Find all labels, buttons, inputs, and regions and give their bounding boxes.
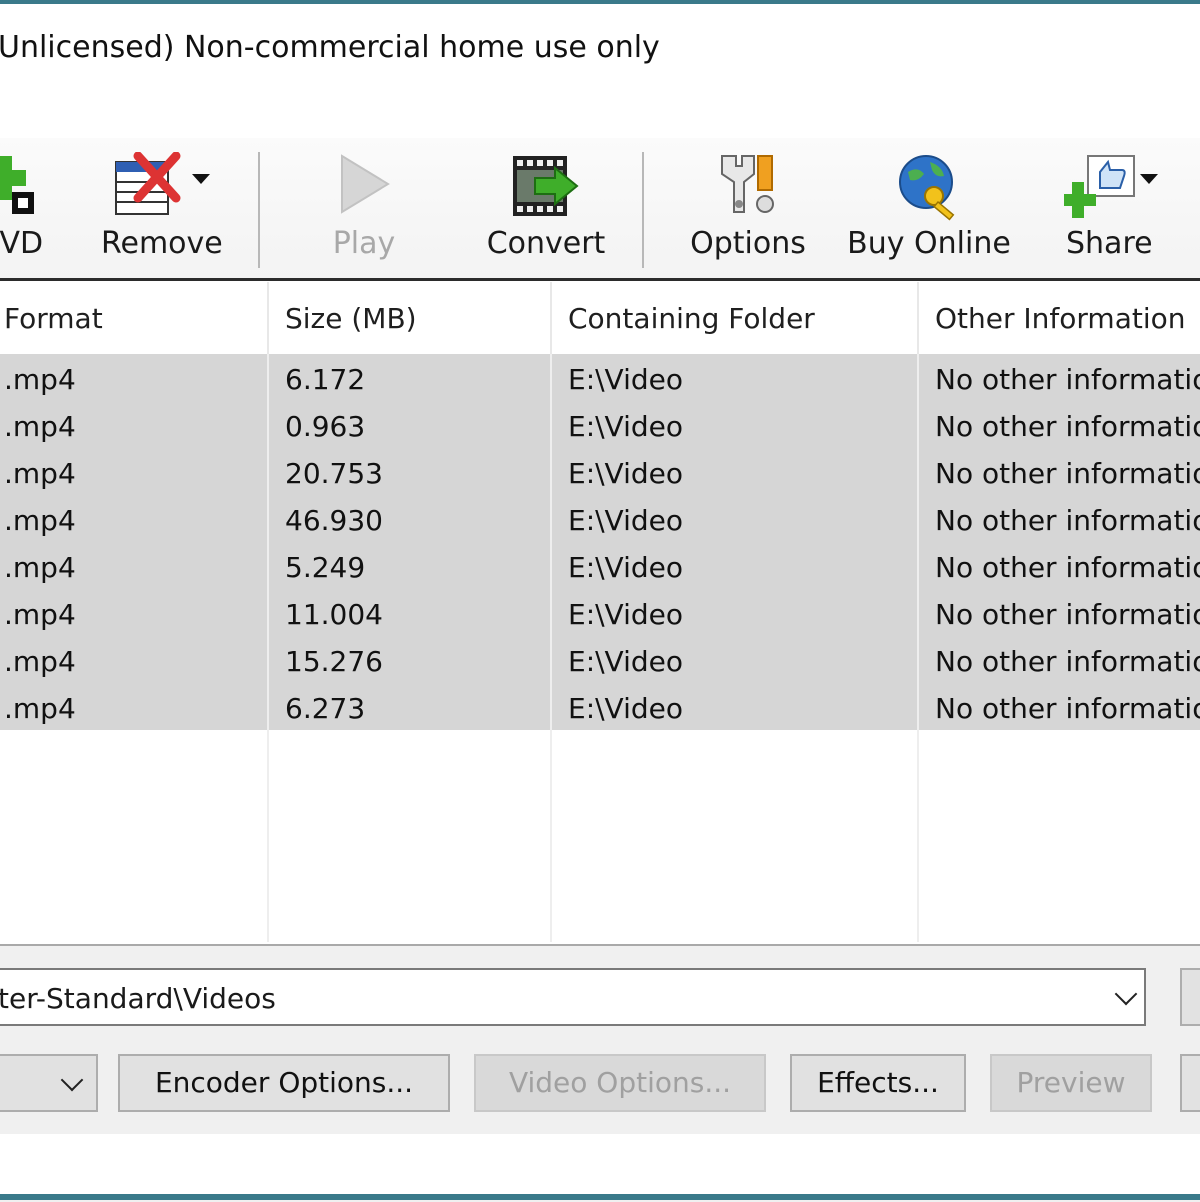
cell-format: .mp4 <box>4 410 76 443</box>
cell-folder: E:\Video <box>568 692 684 725</box>
table-row[interactable]: .mp4 6.172 E:\Video No other information <box>0 355 1200 402</box>
chevron-down-icon[interactable] <box>60 1068 84 1092</box>
extra-button[interactable] <box>1180 1054 1200 1112</box>
cell-size: 11.004 <box>285 598 383 631</box>
column-divider[interactable] <box>267 282 269 354</box>
status-bar <box>0 1134 1200 1200</box>
remove-list-icon <box>114 151 186 224</box>
output-folder-value: ter-Standard\Videos <box>0 982 276 1015</box>
toolbar-buy-online-button[interactable]: Buy Online <box>840 138 1018 278</box>
table-row[interactable]: .mp4 46.930 E:\Video No other informatio… <box>0 496 1200 543</box>
column-divider[interactable] <box>917 282 919 354</box>
chevron-down-icon[interactable] <box>192 174 210 184</box>
preview-button[interactable]: Preview <box>990 1054 1152 1112</box>
chevron-down-icon[interactable] <box>1140 174 1158 184</box>
table-row[interactable]: .mp4 20.753 E:\Video No other informatio… <box>0 449 1200 496</box>
chevron-down-icon[interactable] <box>1114 982 1138 1006</box>
toolbar-remove-button[interactable]: Remove <box>96 138 228 278</box>
play-icon <box>334 152 394 220</box>
output-folder-combo[interactable]: ter-Standard\Videos <box>0 968 1146 1026</box>
cell-other-info: No other information <box>935 410 1200 443</box>
toolbar-label: Play <box>332 226 396 261</box>
toolbar-add-dvd-button[interactable]: DVD <box>0 138 60 278</box>
cell-format: .mp4 <box>4 551 76 584</box>
toolbar-label: DVD <box>0 226 44 261</box>
cell-folder: E:\Video <box>568 363 684 396</box>
options-tools-icon <box>712 152 784 224</box>
toolbar-separator <box>258 152 260 268</box>
cell-size: 6.273 <box>285 692 366 725</box>
window-title: Unlicensed) Non-commercial home use only <box>0 30 660 65</box>
cell-size: 5.249 <box>285 551 366 584</box>
table-row[interactable]: .mp4 0.963 E:\Video No other information <box>0 402 1200 449</box>
toolbar-separator <box>642 152 644 268</box>
toolbar: DVD Remove Play <box>0 138 1200 281</box>
title-bar: Unlicensed) Non-commercial home use only <box>0 4 1200 88</box>
toolbar-label: Share <box>1066 226 1153 261</box>
cell-size: 15.276 <box>285 645 383 678</box>
share-thumbs-up-icon <box>1060 152 1136 224</box>
cell-format: .mp4 <box>4 692 76 725</box>
cell-size: 46.930 <box>285 504 383 537</box>
cell-folder: E:\Video <box>568 551 684 584</box>
toolbar-label: Remove <box>101 226 223 261</box>
cell-other-info: No other information <box>935 457 1200 490</box>
toolbar-label: Buy Online <box>847 226 1011 261</box>
column-header-size[interactable]: Size (MB) <box>285 282 417 354</box>
cell-other-info: No other information <box>935 692 1200 725</box>
cell-other-info: No other information <box>935 363 1200 396</box>
cell-other-info: No other information <box>935 504 1200 537</box>
cell-size: 20.753 <box>285 457 383 490</box>
cell-size: 0.963 <box>285 410 366 443</box>
file-list[interactable]: .mp4 6.172 E:\Video No other information… <box>0 354 1200 942</box>
cell-other-info: No other information <box>935 645 1200 678</box>
cell-size: 6.172 <box>285 363 366 396</box>
cell-folder: E:\Video <box>568 598 684 631</box>
table-row[interactable]: .mp4 15.276 E:\Video No other informatio… <box>0 637 1200 684</box>
effects-button[interactable]: Effects... <box>790 1054 966 1112</box>
format-combo[interactable] <box>0 1054 98 1112</box>
cell-format: .mp4 <box>4 363 76 396</box>
toolbar-label: Options <box>690 226 806 261</box>
video-options-button[interactable]: Video Options... <box>474 1054 766 1112</box>
cell-format: .mp4 <box>4 645 76 678</box>
table-row[interactable]: .mp4 5.249 E:\Video No other information <box>0 543 1200 590</box>
cell-folder: E:\Video <box>568 504 684 537</box>
toolbar-label: Convert <box>486 226 606 261</box>
toolbar-share-button[interactable]: Share <box>1056 138 1160 278</box>
toolbar-play-button[interactable]: Play <box>304 138 424 278</box>
cell-folder: E:\Video <box>568 645 684 678</box>
column-header-format[interactable]: Format <box>4 282 103 354</box>
column-divider[interactable] <box>550 282 552 354</box>
cell-folder: E:\Video <box>568 410 684 443</box>
file-list-header: Format Size (MB) Containing Folder Other… <box>0 282 1200 354</box>
cell-folder: E:\Video <box>568 457 684 490</box>
buy-online-globe-key-icon <box>894 152 964 226</box>
table-row[interactable]: .mp4 11.004 E:\Video No other informatio… <box>0 590 1200 637</box>
toolbar-options-button[interactable]: Options <box>684 138 812 278</box>
toolbar-convert-button[interactable]: Convert <box>478 138 614 278</box>
cell-format: .mp4 <box>4 598 76 631</box>
table-row[interactable]: .mp4 6.273 E:\Video No other information <box>0 684 1200 731</box>
column-header-folder[interactable]: Containing Folder <box>568 282 815 354</box>
cell-format: .mp4 <box>4 504 76 537</box>
convert-film-icon <box>511 152 581 224</box>
menu-strip <box>0 88 1200 138</box>
window-border-bottom <box>0 1194 1200 1200</box>
cell-format: .mp4 <box>4 457 76 490</box>
cell-other-info: No other information <box>935 598 1200 631</box>
encoder-options-button[interactable]: Encoder Options... <box>118 1054 450 1112</box>
column-header-other-info[interactable]: Other Information <box>935 282 1185 354</box>
browse-button[interactable] <box>1180 968 1200 1026</box>
cell-other-info: No other information <box>935 551 1200 584</box>
add-dvd-icon <box>0 152 38 220</box>
